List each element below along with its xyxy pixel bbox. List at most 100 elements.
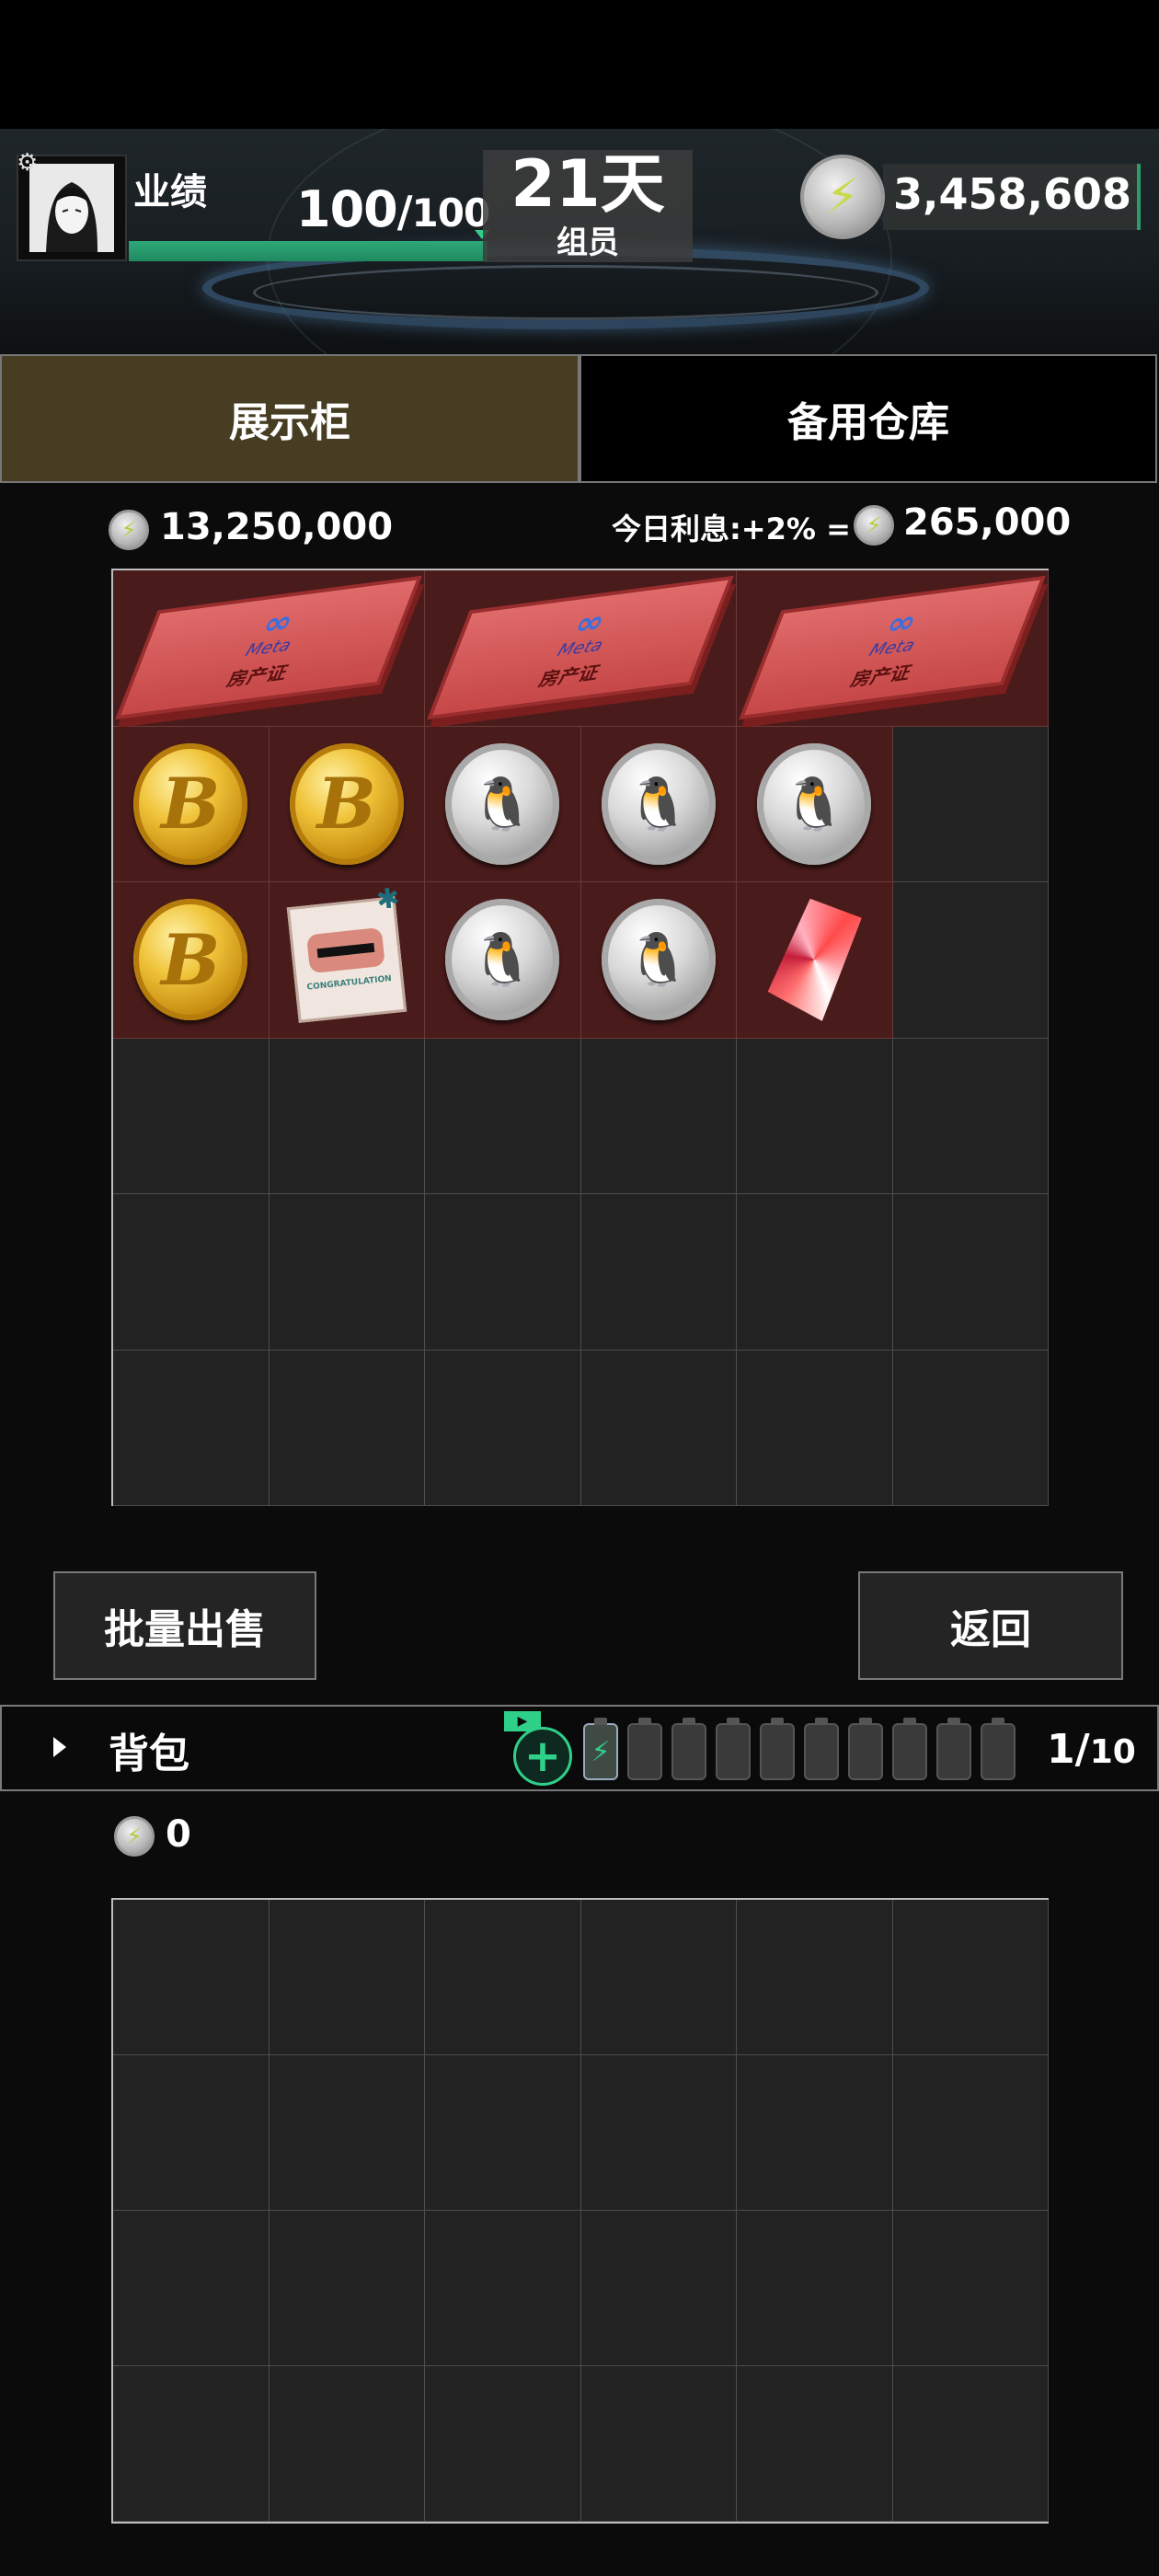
inventory-slot-empty[interactable] <box>892 726 1049 882</box>
inventory-slot[interactable]: B <box>113 882 270 1039</box>
backpack-count: 1/10 <box>1047 1726 1136 1773</box>
inventory-slot[interactable]: 🐧 <box>425 882 581 1039</box>
inventory-slot-empty[interactable] <box>425 1350 581 1506</box>
backpack-balance: 0 <box>166 1813 191 1856</box>
inventory-slot-empty[interactable] <box>113 1350 270 1506</box>
silver-penguin-coin-icon: 🐧 <box>757 742 872 865</box>
inventory-slot-empty[interactable] <box>425 1038 581 1194</box>
battery-empty-icon <box>848 1718 883 1780</box>
bitcoin-icon: B <box>133 742 248 865</box>
backpack-slot-empty[interactable] <box>580 1900 737 2055</box>
inventory-slot-deed[interactable]: ∞ Meta 房产证 <box>113 570 425 727</box>
coin-icon: ⚡ <box>854 505 894 546</box>
expand-arrow-icon[interactable] <box>53 1737 66 1757</box>
inventory-slot-empty[interactable] <box>892 1194 1049 1351</box>
inventory-slot[interactable]: B <box>113 726 270 882</box>
bulk-sell-button[interactable]: 批量出售 <box>53 1571 316 1680</box>
inventory-slot[interactable]: ✱ CONGRATULATION <box>269 882 425 1039</box>
red-crystal-icon <box>765 895 864 1025</box>
inventory-slot-empty[interactable] <box>269 1038 425 1194</box>
inventory-slot-empty[interactable] <box>425 1194 581 1351</box>
inventory-slot-empty[interactable] <box>892 1350 1049 1506</box>
backpack-slot-empty[interactable] <box>580 2055 737 2211</box>
battery-empty-icon <box>892 1718 927 1780</box>
add-energy-button[interactable]: + <box>513 1727 572 1786</box>
performance-separator: / <box>396 187 413 236</box>
backpack-slot-empty[interactable] <box>425 2055 581 2211</box>
inventory-slot[interactable]: 🐧 <box>580 882 737 1039</box>
silver-penguin-coin-icon: 🐧 <box>445 899 560 1021</box>
status-bar-area <box>0 0 1159 129</box>
tab-showcase[interactable]: 展示柜 <box>0 354 580 483</box>
backpack-slot-empty[interactable] <box>892 2055 1049 2211</box>
backpack-slot-empty[interactable] <box>425 2366 581 2522</box>
inventory-slot[interactable]: 🐧 <box>580 726 737 882</box>
battery-empty-icon <box>627 1718 662 1780</box>
interest-label: 今日利息:+2% = <box>612 512 851 546</box>
inventory-slot-empty[interactable] <box>580 1038 737 1194</box>
settings-gear-icon[interactable]: ⚙ <box>17 151 38 175</box>
backpack-slot-empty[interactable] <box>113 2055 270 2211</box>
property-deed-icon: ∞ Meta 房产证 <box>739 576 1046 720</box>
backpack-slot-empty[interactable] <box>113 2366 270 2522</box>
backpack-slot-empty[interactable] <box>892 2366 1049 2522</box>
inventory-slot[interactable] <box>737 882 893 1039</box>
backpack-slot-empty[interactable] <box>737 1900 893 2055</box>
bitcoin-icon: B <box>289 742 404 865</box>
battery-empty-icon <box>804 1718 839 1780</box>
performance-label: 业绩 <box>133 171 207 213</box>
coin-icon: ⚡ <box>109 510 149 550</box>
battery-empty-icon <box>716 1718 751 1780</box>
inventory-slot[interactable]: B <box>269 726 425 882</box>
inventory-slot[interactable]: 🐧 <box>737 726 893 882</box>
backpack-slot-empty[interactable] <box>269 2366 425 2522</box>
inventory-slot-empty[interactable] <box>892 882 1049 1039</box>
performance-current: 100 <box>296 180 398 238</box>
backpack-slot-empty[interactable] <box>737 2055 893 2211</box>
showcase-grid: ∞ Meta 房产证 ∞ Meta 房产证 ∞ Meta 房产证 B B 🐧 🐧… <box>111 569 1049 1506</box>
backpack-slot-empty[interactable] <box>580 2366 737 2522</box>
silver-penguin-coin-icon: 🐧 <box>601 742 716 865</box>
rank-label: 组员 <box>557 224 619 261</box>
performance-max: 100 <box>411 190 491 236</box>
inventory-slot-empty[interactable] <box>737 1350 893 1506</box>
silver-penguin-coin-icon: 🐧 <box>601 899 716 1021</box>
backpack-slot-empty[interactable] <box>425 2211 581 2366</box>
property-deed-icon: ∞ Meta 房产证 <box>115 576 422 720</box>
backpack-slot-empty[interactable] <box>113 1900 270 2055</box>
backpack-slot-empty[interactable] <box>269 2055 425 2211</box>
inventory-slot-empty[interactable] <box>892 1038 1049 1194</box>
backpack-slot-empty[interactable] <box>269 2211 425 2366</box>
battery-empty-icon <box>760 1718 795 1780</box>
avatar[interactable] <box>29 164 114 252</box>
bitcoin-icon: B <box>133 899 248 1021</box>
inventory-slot-empty[interactable] <box>269 1350 425 1506</box>
property-deed-icon: ∞ Meta 房产证 <box>427 576 734 720</box>
backpack-slot-empty[interactable] <box>113 2211 270 2366</box>
backpack-slot-empty[interactable] <box>425 1900 581 2055</box>
battery-empty-icon <box>981 1718 1016 1780</box>
coin-icon: ⚡ <box>114 1816 155 1857</box>
backpack-slot-empty[interactable] <box>892 1900 1049 2055</box>
backpack-slot-empty[interactable] <box>737 2211 893 2366</box>
inventory-slot-deed[interactable]: ∞ Meta 房产证 <box>425 570 737 727</box>
day-counter: 21天 <box>511 146 665 222</box>
inventory-slot-empty[interactable] <box>269 1194 425 1351</box>
inventory-slot-empty[interactable] <box>737 1194 893 1351</box>
inventory-slot-empty[interactable] <box>580 1350 737 1506</box>
backpack-slot-empty[interactable] <box>269 1900 425 2055</box>
currency-value: 3,458,608 <box>893 169 1131 219</box>
battery-empty-icon <box>936 1718 971 1780</box>
backpack-slot-empty[interactable] <box>580 2211 737 2366</box>
inventory-slot-empty[interactable] <box>113 1038 270 1194</box>
inventory-slot-empty[interactable] <box>113 1194 270 1351</box>
inventory-slot-empty[interactable] <box>737 1038 893 1194</box>
inventory-slot-deed[interactable]: ∞ Meta 房产证 <box>737 570 1049 727</box>
energy-coin-icon: ⚡ <box>800 155 885 239</box>
inventory-slot[interactable]: 🐧 <box>425 726 581 882</box>
tab-spare-warehouse[interactable]: 备用仓库 <box>580 354 1157 483</box>
back-button[interactable]: 返回 <box>858 1571 1123 1680</box>
backpack-slot-empty[interactable] <box>737 2366 893 2522</box>
inventory-slot-empty[interactable] <box>580 1194 737 1351</box>
backpack-slot-empty[interactable] <box>892 2211 1049 2366</box>
